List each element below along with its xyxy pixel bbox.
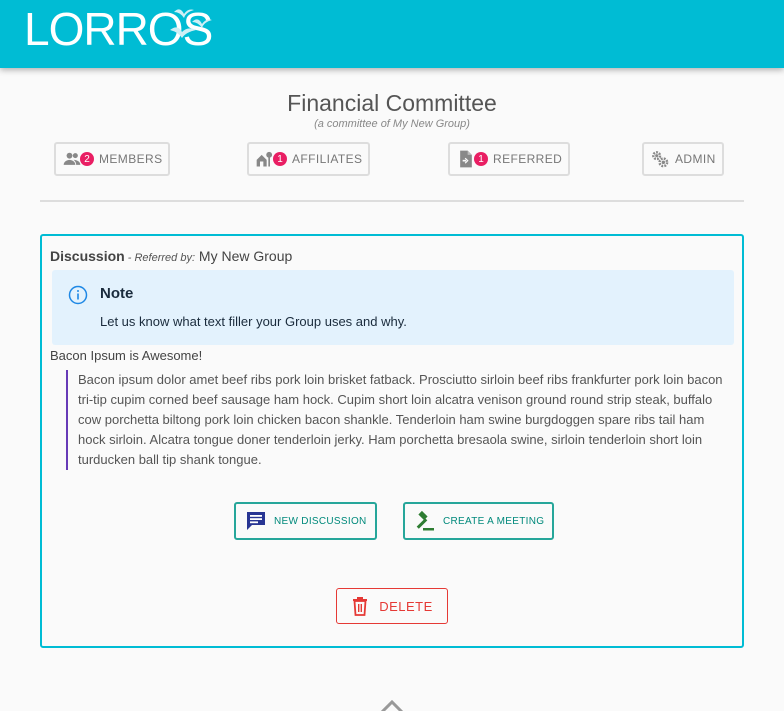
- discussion-header: Discussion - Referred by: My New Group: [50, 248, 292, 264]
- gears-icon: [652, 151, 669, 168]
- new-discussion-button[interactable]: NEW DISCUSSION: [234, 502, 377, 540]
- chat-icon: [247, 512, 265, 530]
- tab-referred[interactable]: 1 REFERRED: [448, 142, 571, 176]
- discussion-card: Discussion - Referred by: My New Group N…: [40, 234, 744, 648]
- note-title: Note: [100, 285, 134, 302]
- people-icon: [63, 152, 81, 165]
- referred-group-name: My New Group: [198, 248, 293, 264]
- tab-referred-label: REFERRED: [493, 152, 563, 166]
- delete-button[interactable]: DELETE: [336, 588, 448, 624]
- note-box: Note Let us know what text filler your G…: [52, 270, 734, 345]
- post-title: Bacon Ipsum is Awesome!: [50, 348, 203, 363]
- chevron-up-icon[interactable]: [380, 700, 404, 711]
- page-title: Financial Committee: [287, 90, 497, 116]
- create-meeting-button[interactable]: CREATE A MEETING: [403, 502, 555, 540]
- post-body: Bacon ipsum dolor amet beef ribs pork lo…: [66, 370, 732, 470]
- tab-affiliates[interactable]: 1 AFFILIATES: [247, 142, 371, 176]
- page-subtitle: (a committee of My New Group): [314, 118, 470, 130]
- tab-members[interactable]: 2 MEMBERS: [54, 142, 171, 176]
- birds-logo-icon: [170, 9, 212, 38]
- referred-count-badge: 1: [474, 152, 488, 166]
- tab-admin-label: ADMIN: [675, 152, 716, 166]
- house-tree-icon: [256, 151, 273, 167]
- info-icon: [68, 285, 88, 305]
- top-app-bar: LORROS: [0, 0, 784, 68]
- create-meeting-label: CREATE A MEETING: [443, 515, 545, 527]
- affiliates-count-badge: 1: [273, 152, 287, 166]
- gavel-icon: [416, 510, 434, 531]
- discussion-heading: Discussion: [50, 248, 125, 264]
- document-icon: [460, 150, 472, 168]
- tab-admin[interactable]: ADMIN: [642, 142, 724, 176]
- trash-icon: [353, 597, 368, 616]
- members-count-badge: 2: [80, 152, 94, 166]
- section-divider: [40, 200, 744, 202]
- referred-by-label: Referred by:: [134, 252, 196, 264]
- tab-members-label: MEMBERS: [99, 152, 163, 166]
- tab-affiliates-label: AFFILIATES: [292, 152, 363, 166]
- note-body: Let us know what text filler your Group …: [100, 314, 407, 329]
- new-discussion-label: NEW DISCUSSION: [274, 515, 367, 527]
- delete-label: DELETE: [379, 598, 433, 614]
